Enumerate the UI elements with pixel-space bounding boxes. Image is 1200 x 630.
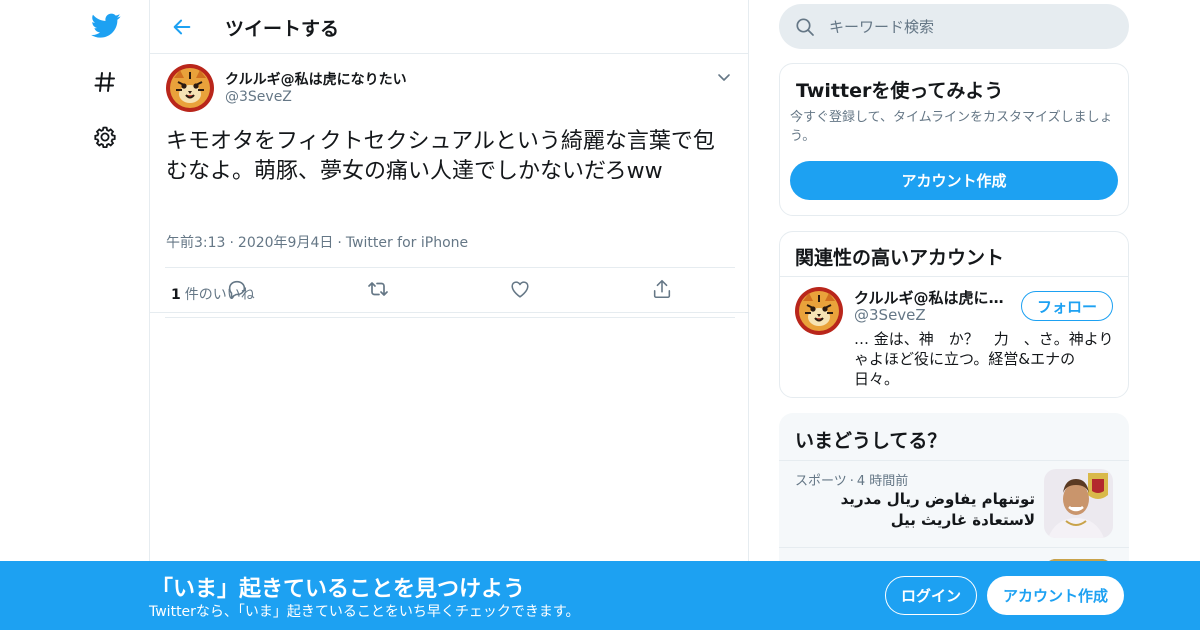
bottom-bar-subtitle: Twitterなら、「いま」起きていることをいち早くチェックできます。	[149, 604, 580, 620]
main-column: ツイートする クルルギ@私は虎になりたい @3SeveZ キモオタをフィクトセク…	[149, 0, 749, 630]
signup-card: Twitterを使ってみよう 今すぐ登録して、タイムラインをカスタマイズしましょ…	[779, 63, 1129, 216]
login-button[interactable]: ログイン	[885, 576, 977, 615]
divider	[779, 460, 1129, 461]
related-account-name[interactable]: クルルギ@私は虎になりたい	[854, 287, 1009, 308]
follow-button[interactable]: フォロー	[1021, 291, 1113, 321]
bottom-signup-bar: 「いま」起きていることを見つけよう Twitterなら、「いま」起きていることを…	[0, 561, 1200, 630]
signup-description: 今すぐ登録して、タイムラインをカスタマイズしましょう。	[790, 110, 1113, 144]
twitter-bird-icon[interactable]	[90, 11, 122, 41]
trend-meta: スポーツ · 4 時間前	[795, 474, 909, 489]
tweet-author-handle[interactable]: @3SeveZ	[225, 89, 292, 105]
trend-thumbnail[interactable]	[1044, 469, 1113, 538]
page: ツイートする クルルギ@私は虎になりたい @3SeveZ キモオタをフィクトセク…	[0, 0, 1200, 630]
page-header: ツイートする	[150, 0, 748, 54]
search-input[interactable]	[829, 4, 1109, 49]
signup-button[interactable]: アカウント作成	[987, 576, 1124, 615]
hashtag-icon[interactable]	[90, 67, 120, 97]
signup-card-title: Twitterを使ってみよう	[796, 80, 1004, 102]
trend-headline[interactable]: توتنهام يفاوض ريال مدريد لاستعادة غاريث …	[795, 489, 1035, 531]
avatar[interactable]	[795, 287, 843, 335]
gear-icon[interactable]	[90, 122, 120, 152]
heart-icon[interactable]	[508, 277, 532, 301]
tweet-timestamp: 午前3:13 · 2020年9月4日 · Twitter for iPhone	[166, 235, 469, 251]
tweet-actions	[150, 264, 748, 313]
tweet-source[interactable]: Twitter for iPhone	[346, 235, 468, 251]
retweet-icon[interactable]	[366, 277, 390, 301]
trends-card-title: いまどうしてる？	[795, 430, 947, 452]
divider	[779, 547, 1129, 548]
tweet-time[interactable]: 午前3:13	[166, 235, 225, 251]
related-account-handle[interactable]: @3SeveZ	[854, 306, 926, 324]
search-icon	[795, 17, 815, 41]
related-accounts-card: 関連性の高いアカウント クルルギ@私は虎になりたい @3SeveZ フォロー ……	[779, 231, 1129, 398]
create-account-button[interactable]: アカウント作成	[790, 161, 1118, 200]
back-arrow-icon[interactable]	[168, 13, 196, 41]
trend-category: スポーツ	[795, 474, 847, 489]
search-box[interactable]	[779, 4, 1129, 49]
share-icon[interactable]	[650, 277, 674, 301]
tweet-date[interactable]: 2020年9月4日	[238, 235, 333, 251]
divider	[780, 276, 1128, 277]
tweet-author-name[interactable]: クルルギ@私は虎になりたい	[225, 69, 407, 89]
avatar[interactable]	[166, 64, 214, 112]
related-account-bio: … 金は、神 か？ 力 、さ。神よりゃよほど役に立つ。経営&エナの日々。	[854, 330, 1114, 388]
trend-time: 4 時間前	[856, 474, 909, 489]
tweet-text: キモオタをフィクトセクシュアルという綺麗な言葉で包むなよ。萌豚、夢女の痛い人達で…	[166, 129, 715, 184]
bottom-bar-title: 「いま」起きていることを見つけよう	[151, 577, 526, 602]
page-title: ツイートする	[225, 18, 340, 40]
reply-icon[interactable]	[225, 277, 249, 301]
related-card-title: 関連性の高いアカウント	[795, 247, 1005, 269]
chevron-down-icon[interactable]	[717, 69, 731, 88]
